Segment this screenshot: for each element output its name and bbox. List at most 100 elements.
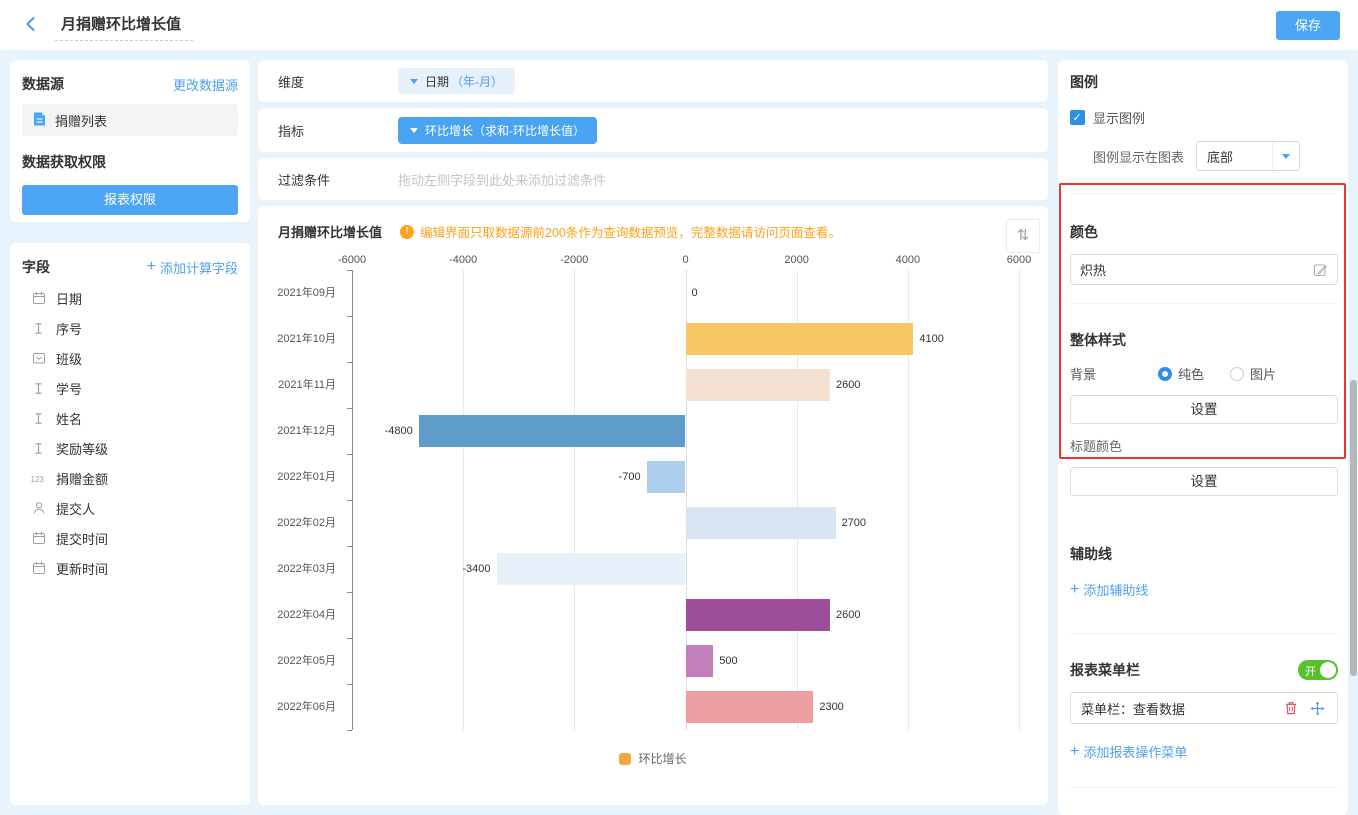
calendar-icon bbox=[30, 561, 47, 575]
field-item[interactable]: 提交时间 bbox=[22, 523, 238, 553]
menu-toggle-on[interactable]: 开 bbox=[1298, 660, 1338, 680]
bg-solid-radio[interactable]: 纯色 bbox=[1158, 364, 1204, 383]
page-title[interactable]: 月捐赠环比增长值 bbox=[55, 13, 193, 41]
legend-position-value: 底部 bbox=[1197, 147, 1272, 166]
filter-placeholder: 拖动左侧字段到此处来添加过滤条件 bbox=[398, 170, 606, 189]
legend-swatch bbox=[619, 753, 631, 765]
legend-position-select[interactable]: 底部 bbox=[1196, 141, 1300, 171]
add-menu-link[interactable]: 添加报表操作菜单 bbox=[1070, 742, 1187, 761]
bar[interactable] bbox=[686, 645, 714, 677]
bar[interactable] bbox=[686, 323, 914, 355]
x-axis-labels: -6000-4000-20000200040006000 bbox=[352, 254, 1019, 268]
show-legend-checkbox-row[interactable]: 显示图例 bbox=[1070, 108, 1338, 127]
chart-plot-area: 041002600-4800-7002700-340026005002300 bbox=[352, 270, 1019, 730]
bar[interactable] bbox=[686, 369, 831, 401]
back-icon[interactable] bbox=[22, 15, 42, 35]
y-axis-tick bbox=[347, 408, 352, 409]
bar[interactable] bbox=[686, 599, 831, 631]
x-tick-label: 6000 bbox=[1007, 254, 1031, 266]
checkbox-checked-icon[interactable] bbox=[1070, 110, 1085, 125]
filter-row[interactable]: 过滤条件 拖动左侧字段到此处来添加过滤条件 bbox=[258, 158, 1048, 200]
field-item[interactable]: 奖励等级 bbox=[22, 433, 238, 463]
show-legend-label: 显示图例 bbox=[1093, 108, 1145, 127]
bar[interactable] bbox=[647, 461, 686, 493]
radio-selected-icon[interactable] bbox=[1158, 367, 1172, 381]
text-icon bbox=[30, 412, 47, 425]
x-tick-label: -6000 bbox=[338, 254, 366, 266]
field-label: 姓名 bbox=[56, 409, 82, 428]
chart-card: 月捐赠环比增长值 ! 编辑界面只取数据源前200条作为查询数据预览，完整数据请访… bbox=[258, 206, 1048, 805]
radio-unselected-icon[interactable] bbox=[1230, 367, 1244, 381]
menu-section-title: 报表菜单栏 bbox=[1070, 660, 1140, 680]
top-header: 月捐赠环比增长值 保存 bbox=[0, 0, 1358, 50]
field-item[interactable]: 123捐赠金额 bbox=[22, 463, 238, 493]
datasource-panel: 数据源 更改数据源 捐赠列表 数据获取权限 报表权限 bbox=[10, 60, 250, 222]
y-axis-tick bbox=[347, 730, 352, 731]
datasource-item[interactable]: 捐赠列表 bbox=[22, 104, 238, 136]
x-tick-label: 2000 bbox=[784, 254, 808, 266]
edit-icon[interactable] bbox=[1313, 262, 1328, 277]
bg-solid-label: 纯色 bbox=[1178, 364, 1204, 383]
add-calc-field-link[interactable]: 添加计算字段 bbox=[147, 258, 238, 277]
y-axis-labels: 2021年09月2021年10月2021年11月2021年12月2022年01月… bbox=[262, 270, 344, 730]
field-item[interactable]: 序号 bbox=[22, 313, 238, 343]
title-color-set-button[interactable]: 设置 bbox=[1070, 467, 1338, 496]
category-label: 2021年11月 bbox=[278, 362, 336, 408]
bar-value-label: -3400 bbox=[462, 546, 490, 592]
vertical-scrollbar[interactable] bbox=[1350, 380, 1357, 676]
color-theme-input[interactable]: 炽热 bbox=[1070, 254, 1338, 285]
bar[interactable] bbox=[686, 691, 814, 723]
report-permission-button[interactable]: 报表权限 bbox=[22, 185, 238, 215]
y-axis-tick bbox=[347, 684, 352, 685]
y-axis-tick bbox=[347, 362, 352, 363]
y-axis-tick bbox=[347, 592, 352, 593]
delete-icon[interactable] bbox=[1284, 701, 1298, 715]
move-icon[interactable] bbox=[1310, 701, 1325, 716]
background-set-button[interactable]: 设置 bbox=[1070, 395, 1338, 424]
y-axis-line bbox=[352, 270, 353, 730]
color-section-title: 颜色 bbox=[1070, 222, 1338, 242]
field-item[interactable]: 更新时间 bbox=[22, 553, 238, 583]
color-theme-value: 炽热 bbox=[1080, 260, 1313, 279]
field-item[interactable]: 姓名 bbox=[22, 403, 238, 433]
category-label: 2021年10月 bbox=[277, 316, 336, 362]
metric-tag[interactable]: 环比增长（求和-环比增长值） bbox=[398, 117, 597, 144]
field-item[interactable]: 学号 bbox=[22, 373, 238, 403]
title-color-label: 标题颜色 bbox=[1070, 436, 1338, 455]
category-label: 2022年04月 bbox=[277, 592, 336, 638]
bar[interactable] bbox=[686, 507, 836, 539]
background-label: 背景 bbox=[1070, 364, 1158, 383]
text-icon bbox=[30, 382, 47, 395]
datasource-name: 捐赠列表 bbox=[55, 111, 107, 130]
save-button[interactable]: 保存 bbox=[1276, 11, 1340, 40]
bar-value-label: 2600 bbox=[836, 362, 860, 408]
category-label: 2022年02月 bbox=[277, 500, 336, 546]
category-label: 2022年03月 bbox=[277, 546, 336, 592]
fields-panel: 字段 添加计算字段 日期序号班级学号姓名奖励等级123捐赠金额提交人提交时间更新… bbox=[10, 243, 250, 805]
field-label: 学号 bbox=[56, 379, 82, 398]
x-tick-label: 0 bbox=[682, 254, 688, 266]
field-item[interactable]: 提交人 bbox=[22, 493, 238, 523]
text-icon bbox=[30, 322, 47, 335]
change-datasource-link[interactable]: 更改数据源 bbox=[173, 75, 238, 94]
field-item[interactable]: 日期 bbox=[22, 283, 238, 313]
chart-legend[interactable]: 环比增长 bbox=[258, 750, 1048, 767]
fields-title: 字段 bbox=[22, 257, 50, 277]
field-item[interactable]: 班级 bbox=[22, 343, 238, 373]
menu-item[interactable]: 菜单栏：查看数据 bbox=[1070, 692, 1338, 724]
legend-section-title: 图例 bbox=[1070, 72, 1338, 92]
style-section-title: 整体样式 bbox=[1070, 330, 1338, 350]
bar-value-label: 2300 bbox=[819, 684, 843, 730]
bar[interactable] bbox=[497, 553, 686, 585]
sort-icon[interactable]: ⇅ bbox=[1006, 219, 1040, 253]
dimension-tag[interactable]: 日期 （年-月） bbox=[398, 68, 515, 94]
field-label: 序号 bbox=[56, 319, 82, 338]
person-icon bbox=[30, 501, 47, 515]
bg-image-radio[interactable]: 图片 bbox=[1230, 364, 1276, 383]
add-guideline-link[interactable]: 添加辅助线 bbox=[1070, 580, 1148, 599]
divider bbox=[1070, 787, 1338, 788]
dimension-row: 维度 日期 （年-月） bbox=[258, 60, 1048, 102]
metric-label: 指标 bbox=[278, 121, 398, 140]
category-label: 2021年09月 bbox=[277, 270, 336, 316]
bar[interactable] bbox=[419, 415, 686, 447]
